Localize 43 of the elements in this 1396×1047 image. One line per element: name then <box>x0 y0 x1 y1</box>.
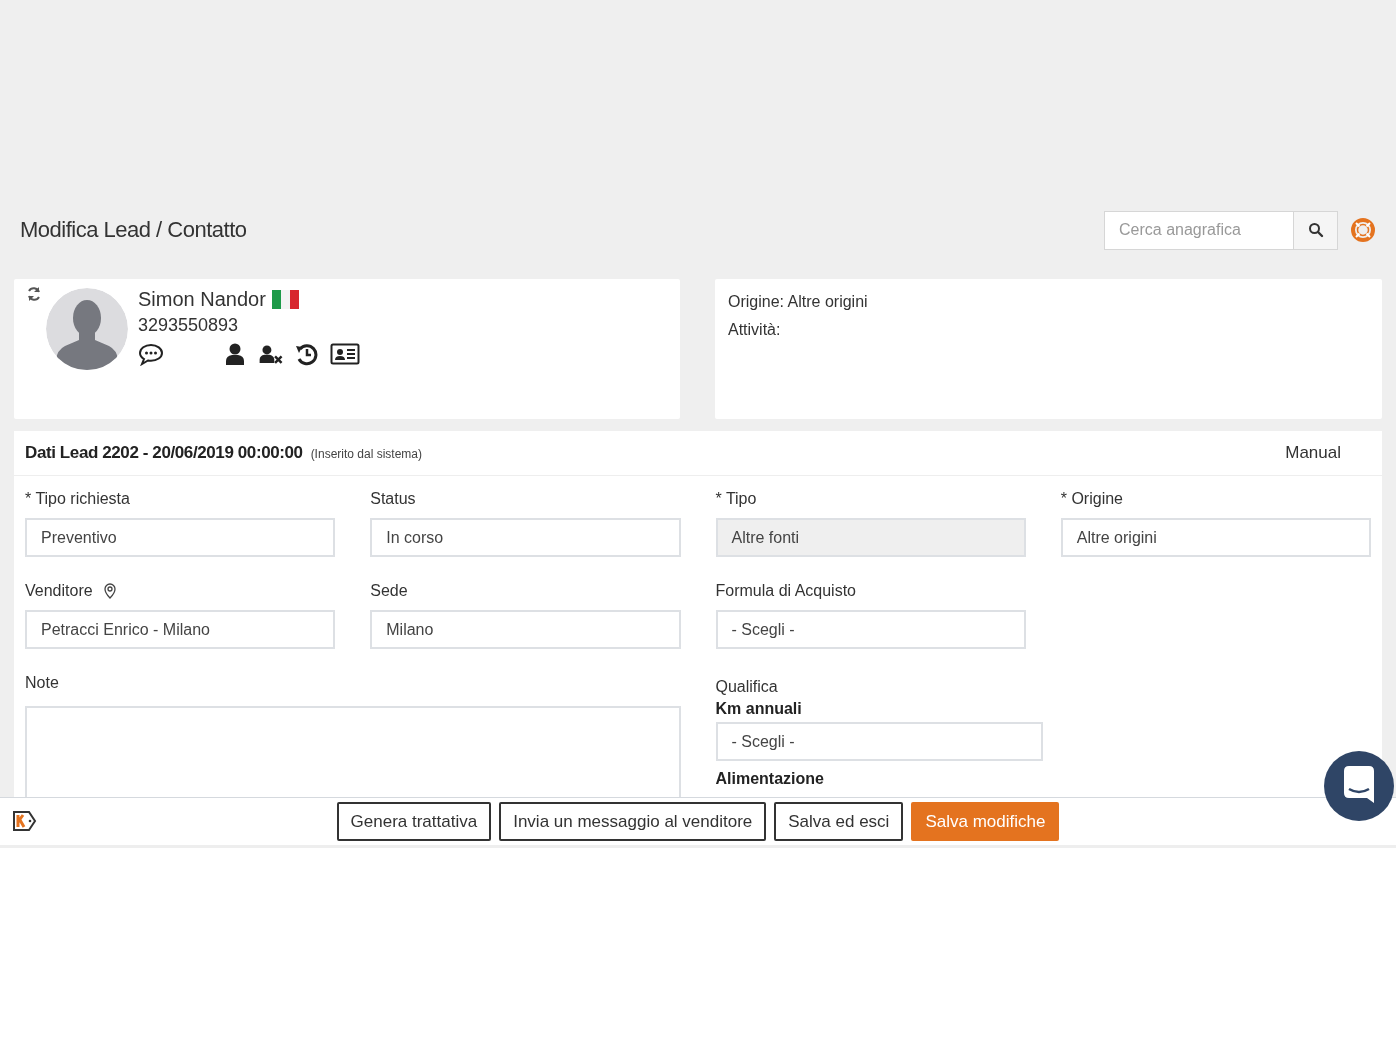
select-field: Altre fonti <box>715 518 1026 557</box>
chat-icon[interactable] <box>1324 751 1394 821</box>
select-field[interactable]: Altre origini <box>1060 518 1371 557</box>
lifebuoy-icon[interactable] <box>1350 217 1376 243</box>
location-pin-icon[interactable] <box>102 583 117 599</box>
id-card-icon[interactable] <box>330 342 360 366</box>
select-field[interactable]: Petracci Enrico - Milano <box>25 610 336 649</box>
flag-icon <box>271 290 299 309</box>
field-label: Qualifica <box>715 677 779 697</box>
section-note: (Inserito dal sistema) <box>310 447 423 461</box>
select-field[interactable]: Milano <box>370 610 681 649</box>
field-label: Alimentazione <box>715 769 825 789</box>
section-title: Dati Lead 2202 - 20/06/2019 00:00:00 <box>25 443 303 463</box>
info-text: Attività: <box>728 321 782 339</box>
search-button[interactable] <box>1294 210 1338 250</box>
refresh-icon[interactable] <box>26 286 42 302</box>
select-field[interactable]: Preventivo <box>25 518 336 557</box>
field-label: * Tipo <box>715 490 757 508</box>
field-label: Sede <box>370 582 408 600</box>
action-button[interactable]: Invia un messaggio al venditore <box>499 802 767 841</box>
mode-label: Manual <box>1285 443 1341 463</box>
history-icon[interactable] <box>294 342 320 366</box>
contact-name: Simon Nandor <box>138 288 266 311</box>
field-label: Km annuali <box>715 700 802 718</box>
select-field[interactable]: - Scegli - <box>715 610 1026 649</box>
action-button[interactable]: Salva ed esci <box>774 802 904 841</box>
speech-bubble-icon[interactable] <box>138 342 164 366</box>
search-icon <box>1307 222 1324 238</box>
field-label: Venditore <box>25 582 93 600</box>
field-label: Status <box>370 490 416 508</box>
avatar-icon <box>46 288 128 370</box>
logo-icon <box>12 810 37 832</box>
field-label: Note <box>25 674 59 692</box>
field-label: * Origine <box>1060 490 1123 508</box>
page-title: Modifica Lead / Contatto <box>20 217 248 243</box>
field-label: * Tipo richiesta <box>25 490 130 508</box>
select-field[interactable]: - Scegli - <box>715 722 1043 761</box>
info-text: Origine: Altre origini <box>728 293 869 311</box>
search-field[interactable]: Cerca anagrafica <box>1104 210 1294 250</box>
action-button[interactable]: Genera trattativa <box>336 802 492 841</box>
select-field[interactable]: In corso <box>370 518 681 557</box>
field-label: Formula di Acquisto <box>715 582 856 600</box>
contact-phone: 3293550893 <box>138 315 240 336</box>
